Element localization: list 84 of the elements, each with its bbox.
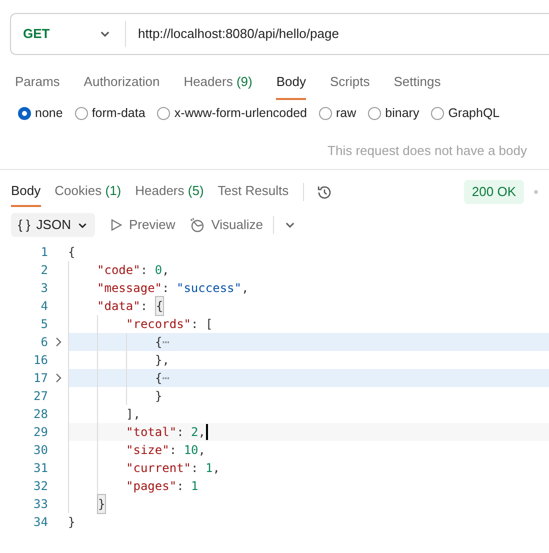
status-badge: 200 OK [464, 180, 524, 204]
line-number: 5 [40, 316, 48, 333]
code-token: "message" [97, 280, 162, 297]
code-token: 1 [191, 478, 198, 495]
code-token: "code" [97, 262, 140, 279]
code-token: : [162, 280, 170, 297]
code-token: { [155, 334, 162, 351]
code-token: "size" [126, 442, 170, 459]
code-token: , [212, 460, 220, 477]
history-icon[interactable] [316, 184, 333, 200]
folded-ellipsis[interactable]: ⋯ [162, 333, 170, 351]
code-token: : [176, 424, 185, 441]
line-number: 32 [32, 478, 48, 495]
line-number: 28 [32, 406, 48, 423]
format-dropdown[interactable]: { } JSON [11, 213, 95, 237]
play-icon [108, 218, 123, 232]
code-token: }, [155, 352, 170, 369]
method-dropdown[interactable]: GET [11, 24, 119, 44]
body-type-radio[interactable]: x-www-form-urlencoded [157, 104, 307, 122]
code-token: "pages" [126, 478, 177, 495]
preview-button[interactable]: Preview [108, 215, 176, 235]
code-token: 2 [191, 424, 198, 441]
body-type-radio[interactable]: GraphQL [431, 104, 500, 122]
request-tab[interactable]: Body [276, 67, 306, 100]
response-tab[interactable]: Cookies (1) [54, 176, 122, 208]
code-token: 1 [205, 460, 213, 477]
response-tab[interactable]: Headers (5) [135, 176, 204, 208]
code-token: { [155, 370, 162, 387]
code-token: } [97, 494, 106, 514]
request-tab[interactable]: Params [15, 67, 60, 100]
line-number: 33 [32, 496, 48, 513]
body-type-radio[interactable]: raw [319, 104, 356, 122]
line-number: 17 [32, 370, 48, 387]
line-number: 27 [32, 388, 48, 405]
code-token: : [140, 298, 149, 315]
code-token: "total" [126, 424, 177, 441]
code-token: ], [126, 406, 140, 423]
code-token: : [176, 478, 185, 495]
code-token: , [162, 262, 170, 279]
code-token: : [169, 442, 178, 459]
body-type-radio[interactable]: binary [368, 104, 420, 122]
body-type-radio[interactable]: form-data [74, 104, 146, 122]
line-number: 30 [32, 442, 48, 459]
request-tab[interactable]: Scripts [330, 67, 370, 100]
response-tab[interactable]: Test Results [218, 176, 289, 208]
line-number: 31 [32, 460, 48, 477]
request-bar[interactable]: GET http://localhost:8080/api/hello/page [10, 13, 549, 55]
code-token: "success" [176, 280, 242, 297]
code-token: , [242, 280, 249, 297]
code-token: "records" [126, 316, 192, 333]
code-token: : [191, 460, 200, 477]
code-token: } [155, 388, 162, 405]
line-number: 4 [40, 298, 48, 315]
chevron-right-icon[interactable] [54, 337, 62, 347]
line-number: 29 [32, 424, 48, 441]
text-cursor [206, 424, 208, 440]
request-tab[interactable]: Headers (9) [184, 67, 252, 100]
empty-body-message: This request does not have a body [328, 142, 527, 160]
code-token: { [154, 296, 164, 316]
code-token: : [140, 262, 149, 279]
code-token: 10 [184, 442, 198, 459]
visualize-button[interactable]: Visualize [189, 215, 264, 235]
chevron-right-icon[interactable] [54, 373, 62, 383]
body-type-radio[interactable]: none [18, 104, 63, 122]
code-token: } [68, 514, 76, 531]
request-tab[interactable]: Authorization [84, 67, 160, 100]
line-number: 34 [32, 514, 48, 531]
code-token: , [198, 442, 206, 459]
line-number: 1 [40, 244, 48, 261]
code-token: , [198, 424, 206, 441]
url-field[interactable]: http://localhost:8080/api/hello/page [132, 24, 549, 44]
line-number: 16 [32, 352, 48, 369]
code-token: : [ [191, 316, 213, 333]
code-token: 0 [154, 262, 162, 279]
code-token: "data" [97, 298, 140, 315]
code-token: { [68, 244, 76, 261]
folded-ellipsis[interactable]: ⋯ [162, 369, 170, 387]
visualize-icon [189, 217, 206, 233]
response-tab[interactable]: Body [11, 176, 41, 208]
request-tab[interactable]: Settings [394, 67, 441, 100]
line-number: 6 [40, 334, 48, 351]
line-number: 3 [40, 280, 48, 297]
line-number: 2 [40, 262, 48, 279]
code-token: "current" [126, 460, 192, 477]
